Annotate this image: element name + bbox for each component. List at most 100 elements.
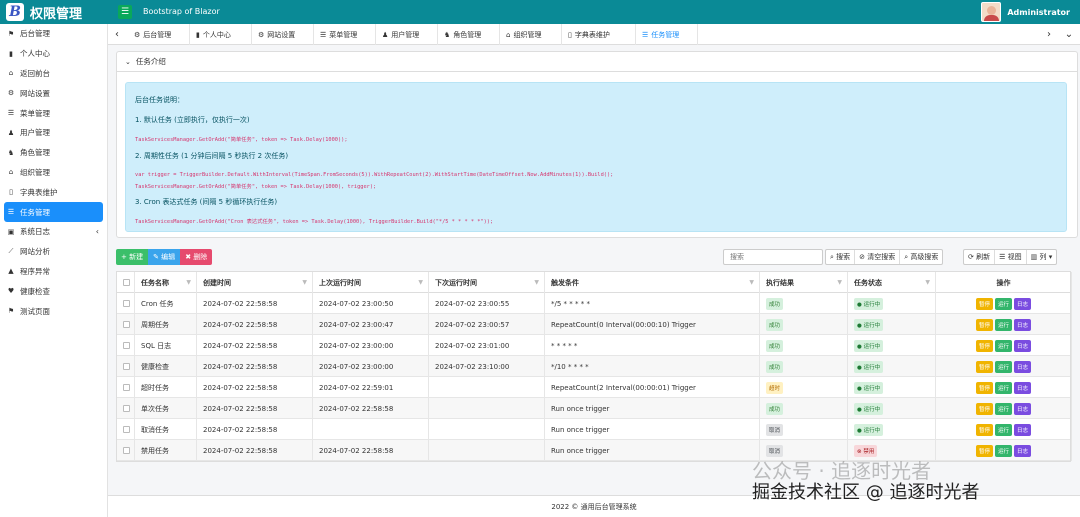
table-cell[interactable]: [117, 335, 135, 356]
header-cell[interactable]: 操作: [936, 272, 1072, 293]
filter-icon[interactable]: ▼: [837, 279, 842, 286]
tab-item[interactable]: ♟ 用户管理: [376, 24, 438, 45]
tab-item[interactable]: ▮ 个人中心: [190, 24, 252, 45]
table-cell[interactable]: [117, 314, 135, 335]
run-button[interactable]: 运行: [994, 423, 1012, 436]
row-checkbox[interactable]: [123, 426, 130, 433]
tab-item[interactable]: ⌂ 组织管理: [500, 24, 562, 45]
row-checkbox[interactable]: [123, 405, 130, 412]
sidebar-item[interactable]: ⌂ 组织管理: [0, 163, 107, 183]
row-checkbox[interactable]: [123, 321, 130, 328]
sidebar-item[interactable]: ☰ 菜单管理: [0, 103, 107, 123]
run-button[interactable]: 运行: [994, 339, 1012, 352]
header-cell[interactable]: 执行结果 ▼: [760, 272, 848, 293]
table-row[interactable]: 健康检查 2024-07-02 22:58:58 2024-07-02 23:00:…: [117, 356, 1072, 377]
intro-card-header[interactable]: ⌄ 任务介绍: [117, 52, 1077, 72]
edit-button[interactable]: ✎ 编辑: [148, 249, 181, 265]
log-button[interactable]: 日志: [1014, 318, 1032, 331]
search-input[interactable]: 搜索: [723, 249, 823, 265]
run-button[interactable]: 运行: [994, 381, 1012, 394]
table-cell[interactable]: [117, 440, 135, 461]
filter-icon[interactable]: ▼: [925, 279, 930, 286]
log-button[interactable]: 日志: [1014, 339, 1032, 352]
filter-icon[interactable]: ▼: [302, 279, 307, 286]
table-row[interactable]: Cron 任务 2024-07-02 22:58:58 2024-07-02 23:…: [117, 293, 1072, 314]
tab-item[interactable]: ▯ 字典表维护: [562, 24, 636, 45]
header-cell[interactable]: 任务名称 ▼: [135, 272, 197, 293]
sidebar-item[interactable]: ⚙ 网站设置: [0, 83, 107, 103]
run-button[interactable]: 运行: [994, 402, 1012, 415]
tab-item[interactable]: ☰ 任务管理: [636, 24, 698, 45]
log-button[interactable]: 日志: [1014, 381, 1032, 394]
row-checkbox[interactable]: [123, 342, 130, 349]
sidebar-item[interactable]: ▯ 字典表维护: [0, 182, 107, 202]
row-checkbox[interactable]: [123, 363, 130, 370]
sidebar-item[interactable]: ▮ 个人中心: [0, 44, 107, 64]
run-button[interactable]: 运行: [994, 297, 1012, 310]
user-menu[interactable]: Administrator: [981, 2, 1070, 22]
tab-item[interactable]: ☰ 菜单管理: [314, 24, 376, 45]
row-checkbox[interactable]: [123, 384, 130, 391]
run-button[interactable]: 运行: [994, 444, 1012, 457]
table-row[interactable]: SQL 日志 2024-07-02 22:58:58 2024-07-02 23:0…: [117, 335, 1072, 356]
pause-button[interactable]: 暂停: [975, 360, 993, 373]
sidebar-item[interactable]: ⚑ 后台管理: [0, 24, 107, 44]
table-cell[interactable]: [117, 293, 135, 314]
table-cell[interactable]: [117, 419, 135, 440]
table-row[interactable]: 超时任务 2024-07-02 22:58:58 2024-07-02 22:59:…: [117, 377, 1072, 398]
view-button[interactable]: ☰ 视图: [995, 250, 1027, 264]
tab-item[interactable]: ♞ 角色管理: [438, 24, 500, 45]
table-cell[interactable]: [117, 356, 135, 377]
log-button[interactable]: 日志: [1014, 423, 1032, 436]
pause-button[interactable]: 暂停: [975, 318, 993, 331]
pause-button[interactable]: 暂停: [975, 339, 993, 352]
advanced-search-button[interactable]: ⌕ 高级搜索: [900, 250, 942, 264]
sidebar-item[interactable]: ⌂ 返回前台: [0, 64, 107, 84]
sidebar-item[interactable]: ⟋ 网站分析: [0, 242, 107, 262]
clear-search-button[interactable]: ⊘ 清空搜索: [855, 250, 901, 264]
sidebar-item[interactable]: ♞ 角色管理: [0, 143, 107, 163]
tab-dropdown-icon[interactable]: ⌄: [1060, 24, 1078, 45]
log-button[interactable]: 日志: [1014, 360, 1032, 373]
sidebar-item[interactable]: ♟ 用户管理: [0, 123, 107, 143]
table-cell[interactable]: [117, 377, 135, 398]
header-cell[interactable]: 任务状态 ▼: [848, 272, 936, 293]
filter-icon[interactable]: ▼: [534, 279, 539, 286]
menu-toggle-button[interactable]: ☰: [118, 5, 132, 19]
tab-scroll-right-icon[interactable]: ›: [1040, 24, 1058, 45]
brand[interactable]: B 权限管理: [0, 0, 108, 24]
columns-button[interactable]: ▥ 列 ▾: [1027, 250, 1057, 264]
refresh-button[interactable]: ⟳ 刷新: [964, 250, 996, 264]
table-cell[interactable]: [117, 398, 135, 419]
table-row[interactable]: 单次任务 2024-07-02 22:58:58 2024-07-02 22:58:…: [117, 398, 1072, 419]
pause-button[interactable]: 暂停: [975, 381, 993, 394]
log-button[interactable]: 日志: [1014, 444, 1032, 457]
sidebar-item[interactable]: ▲ 程序异常: [0, 262, 107, 282]
add-button[interactable]: + 新建: [116, 249, 149, 265]
sidebar-item[interactable]: ♥ 健康检查: [0, 281, 107, 301]
sidebar-item[interactable]: ⚑ 测试页面: [0, 301, 107, 321]
tab-item[interactable]: ⚙ 网站设置: [252, 24, 314, 45]
table-row[interactable]: 周期任务 2024-07-02 22:58:58 2024-07-02 23:00:…: [117, 314, 1072, 335]
tab-scroll-left-icon[interactable]: ‹: [108, 24, 126, 45]
header-cell[interactable]: 上次运行时间 ▼: [313, 272, 429, 293]
filter-icon[interactable]: ▼: [418, 279, 423, 286]
header-cell[interactable]: 下次运行时间 ▼: [429, 272, 545, 293]
delete-button[interactable]: ✖ 删除: [180, 249, 213, 265]
tab-item[interactable]: ⚙ 后台管理: [128, 24, 190, 45]
filter-icon[interactable]: ▼: [186, 279, 191, 286]
table-row[interactable]: 取消任务 2024-07-02 22:58:58 Run once trigger 取…: [117, 419, 1072, 440]
sidebar-item[interactable]: ☰ 任务管理: [4, 202, 103, 222]
pause-button[interactable]: 暂停: [975, 297, 993, 310]
sidebar-item[interactable]: ▣ 系统日志 ‹: [0, 222, 107, 242]
search-button[interactable]: ⌕ 搜索: [826, 250, 856, 264]
row-checkbox[interactable]: [123, 300, 130, 307]
pause-button[interactable]: 暂停: [975, 423, 993, 436]
run-button[interactable]: 运行: [994, 318, 1012, 331]
log-button[interactable]: 日志: [1014, 402, 1032, 415]
header-cell[interactable]: 创建时间 ▼: [197, 272, 313, 293]
run-button[interactable]: 运行: [994, 360, 1012, 373]
header-cell[interactable]: 触发条件 ▼: [545, 272, 760, 293]
filter-icon[interactable]: ▼: [749, 279, 754, 286]
log-button[interactable]: 日志: [1014, 297, 1032, 310]
